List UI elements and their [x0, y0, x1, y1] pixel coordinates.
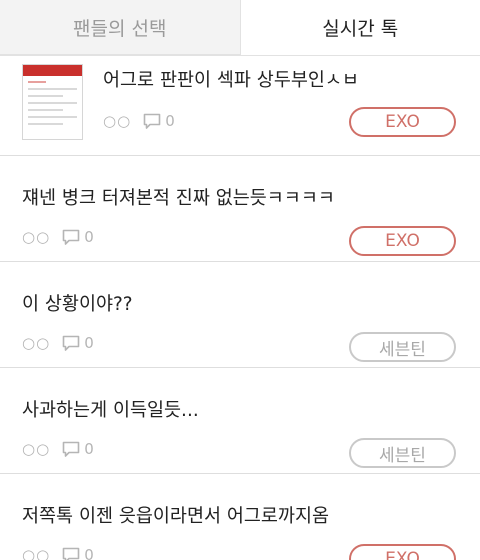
comment-icon [62, 547, 80, 560]
post-meta: ○○ 0 [22, 228, 94, 246]
tab-bar: 팬들의 선택 실시간 톡 [0, 0, 480, 56]
post-list: 어그로 판판이 섹파 상두부인ㅅㅂ ○○ 0 EXO 쟤넨 병크 터져본적 진짜… [0, 56, 480, 560]
comment-count-value: 0 [84, 440, 94, 458]
list-item[interactable]: 저쪽톡 이젠 읏읍이라면서 어그로까지옴 ○○ 0 EXO [0, 480, 480, 560]
group-tag-badge[interactable]: EXO [349, 107, 456, 137]
views-icon: ○○ [22, 546, 51, 560]
comment-icon [62, 335, 80, 351]
post-title[interactable]: 어그로 판판이 섹파 상두부인ㅅㅂ [103, 66, 359, 92]
tab-realtime-talk[interactable]: 실시간 톡 [240, 0, 480, 55]
comment-count: 0 [62, 334, 94, 352]
post-title[interactable]: 쟤넨 병크 터져본적 진짜 없는듯ㅋㅋㅋㅋ [22, 184, 335, 210]
post-title[interactable]: 사과하는게 이득일듯... [22, 396, 199, 422]
views-icon: ○○ [22, 334, 51, 352]
comment-count-value: 0 [165, 112, 175, 130]
list-item[interactable]: 어그로 판판이 섹파 상두부인ㅅㅂ ○○ 0 EXO [0, 56, 480, 156]
comment-count-value: 0 [84, 228, 94, 246]
list-item[interactable]: 이 상황이야?? ○○ 0 세븐틴 [0, 268, 480, 368]
post-meta: ○○ 0 [22, 440, 94, 458]
comment-icon [62, 229, 80, 245]
comment-count: 0 [143, 112, 175, 130]
post-title[interactable]: 저쪽톡 이젠 읏읍이라면서 어그로까지옴 [22, 502, 329, 528]
comment-count: 0 [62, 546, 94, 560]
comment-count: 0 [62, 228, 94, 246]
post-thumbnail [22, 64, 83, 140]
tab-fans-choice[interactable]: 팬들의 선택 [0, 0, 241, 55]
group-tag-badge[interactable]: 세븐틴 [349, 332, 456, 362]
group-tag-badge[interactable]: EXO [349, 544, 456, 560]
comment-count: 0 [62, 440, 94, 458]
comment-count-value: 0 [84, 546, 94, 560]
list-item[interactable]: 사과하는게 이득일듯... ○○ 0 세븐틴 [0, 374, 480, 474]
comment-icon [143, 113, 161, 129]
comment-icon [62, 441, 80, 457]
group-tag-badge[interactable]: 세븐틴 [349, 438, 456, 468]
post-meta: ○○ 0 [22, 334, 94, 352]
list-item[interactable]: 쟤넨 병크 터져본적 진짜 없는듯ㅋㅋㅋㅋ ○○ 0 EXO [0, 162, 480, 262]
views-icon: ○○ [22, 228, 51, 246]
views-icon: ○○ [103, 112, 132, 130]
post-meta: ○○ 0 [22, 546, 94, 560]
group-tag-badge[interactable]: EXO [349, 226, 456, 256]
views-icon: ○○ [22, 440, 51, 458]
post-meta: ○○ 0 [103, 112, 175, 130]
comment-count-value: 0 [84, 334, 94, 352]
post-title[interactable]: 이 상황이야?? [22, 290, 133, 316]
